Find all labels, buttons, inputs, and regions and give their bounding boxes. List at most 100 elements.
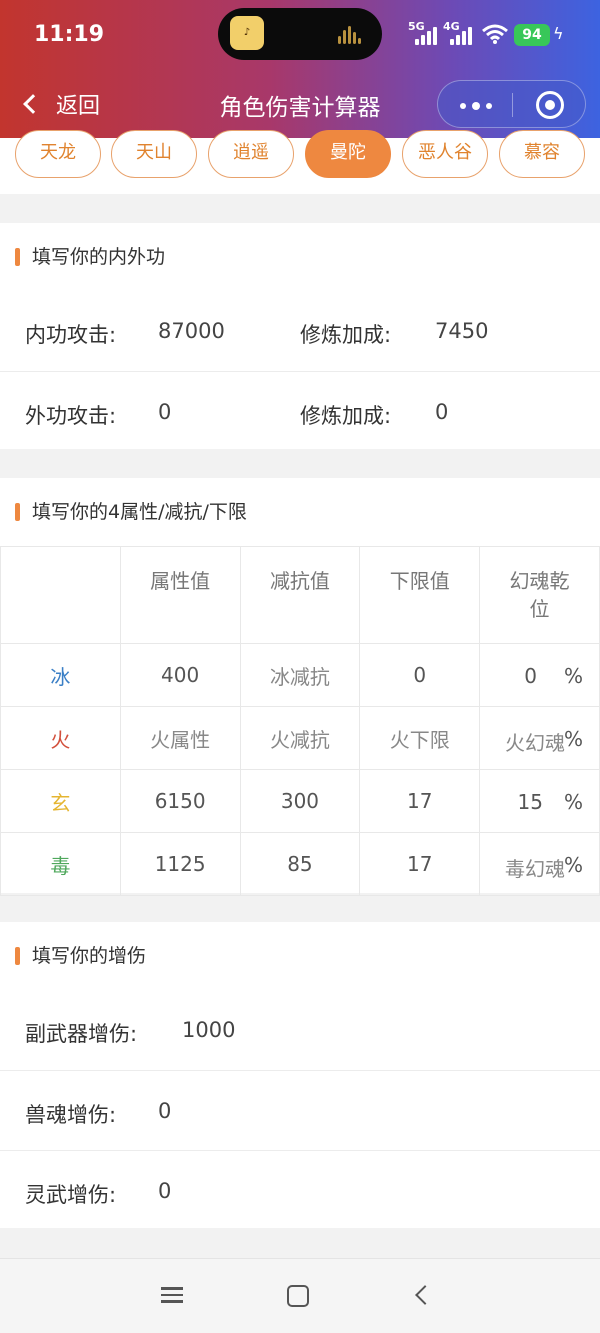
outer-attack-row: 外功攻击: 0 修炼加成: 0 bbox=[0, 371, 600, 451]
table-row: 毒 1125 85 17 毒幻魂 % bbox=[0, 832, 600, 896]
audio-wave-icon bbox=[338, 25, 366, 44]
percent-sign: % bbox=[563, 790, 583, 814]
inner-attack-row: 内功攻击: 87000 修炼加成: 7450 bbox=[0, 291, 600, 371]
table-row: 冰 400 冰减抗 0 0 % bbox=[0, 643, 600, 707]
table-header-cell: 幻魂乾位 bbox=[479, 546, 600, 644]
inner-attack-input[interactable]: 87000 bbox=[158, 319, 225, 343]
poison-soul-cell: 毒幻魂 % bbox=[479, 832, 600, 896]
table-header-row: 属性值 减抗值 下限值 幻魂乾位 bbox=[0, 546, 600, 644]
attributes-card: 填写你的4属性/减抗/下限 属性值 减抗值 下限值 幻魂乾位 冰 400 冰减抗… bbox=[0, 478, 600, 896]
dynamic-island: ♪ bbox=[218, 8, 382, 60]
weapon-boost-row: 副武器增伤: 1000 bbox=[0, 990, 600, 1070]
section-title-text: 填写你的4属性/减抗/下限 bbox=[32, 501, 247, 523]
section-title-attributes: 填写你的4属性/减抗/下限 bbox=[0, 478, 600, 546]
tab-tianlong[interactable]: 天龙 bbox=[15, 130, 101, 178]
chevron-left-icon bbox=[23, 94, 43, 114]
table-header-cell: 属性值 bbox=[119, 546, 241, 644]
outer-attack-label: 外功攻击: bbox=[25, 404, 117, 428]
signal-4g-icon bbox=[450, 26, 474, 45]
battery-icon: 94 bbox=[514, 24, 550, 46]
element-fire-label: 火 bbox=[0, 706, 121, 770]
page-title: 角色伤害计算器 bbox=[219, 95, 381, 121]
miniprogram-capsule bbox=[437, 80, 586, 128]
spirit-boost-label: 灵武增伤: bbox=[25, 1183, 117, 1207]
poison-attribute-input[interactable]: 1125 bbox=[119, 832, 241, 896]
ice-floor-input[interactable]: 0 bbox=[359, 643, 481, 707]
outer-cultivation-label: 修炼加成: bbox=[300, 404, 392, 428]
percent-sign: % bbox=[563, 727, 583, 751]
attributes-table: 属性值 减抗值 下限值 幻魂乾位 冰 400 冰减抗 0 0 % 火 火属性 火… bbox=[0, 546, 600, 896]
table-header-cell: 减抗值 bbox=[239, 546, 361, 644]
screen: 11:19 ♪ 5G 4G 94 ϟ 返回 角色伤害计算器 天龙 天山 逍遥 曼… bbox=[0, 0, 600, 1333]
table-header-cell: 下限值 bbox=[359, 546, 481, 644]
header: 11:19 ♪ 5G 4G 94 ϟ 返回 角色伤害计算器 bbox=[0, 0, 600, 138]
outer-attack-input[interactable]: 0 bbox=[158, 400, 171, 424]
beast-boost-input[interactable]: 0 bbox=[158, 1099, 171, 1123]
inner-attack-label: 内功攻击: bbox=[25, 323, 117, 347]
xuan-reduce-input[interactable]: 300 bbox=[239, 769, 361, 833]
wifi-icon bbox=[482, 24, 508, 44]
system-nav-bar bbox=[0, 1258, 600, 1333]
class-tabs: 天龙 天山 逍遥 曼陀 恶人谷 慕容 bbox=[0, 130, 600, 194]
close-miniprogram-button[interactable] bbox=[536, 91, 564, 119]
table-row: 火 火属性 火减抗 火下限 火幻魂 % bbox=[0, 706, 600, 770]
charging-bolt-icon: ϟ bbox=[553, 24, 564, 43]
fire-reduce-input[interactable]: 火减抗 bbox=[239, 706, 361, 770]
tab-mantuo[interactable]: 曼陀 bbox=[305, 130, 391, 178]
section-accent-bar bbox=[15, 503, 20, 521]
menu-icon[interactable] bbox=[158, 1283, 186, 1309]
ice-attribute-input[interactable]: 400 bbox=[119, 643, 241, 707]
poison-reduce-input[interactable]: 85 bbox=[239, 832, 361, 896]
percent-sign: % bbox=[563, 664, 583, 688]
percent-sign: % bbox=[563, 853, 583, 877]
xuan-soul-cell: 15 % bbox=[479, 769, 600, 833]
beast-boost-row: 兽魂增伤: 0 bbox=[0, 1070, 600, 1150]
boost-card: 填写你的增伤 副武器增伤: 1000 兽魂增伤: 0 灵武增伤: 0 bbox=[0, 922, 600, 1228]
poison-soul-input[interactable]: 毒幻魂 bbox=[505, 853, 565, 882]
section-title-boost: 填写你的增伤 bbox=[0, 922, 600, 990]
poison-floor-input[interactable]: 17 bbox=[359, 832, 481, 896]
back-label: 返回 bbox=[56, 94, 101, 119]
weapon-boost-label: 副武器增伤: bbox=[25, 1022, 138, 1046]
xuan-attribute-input[interactable]: 6150 bbox=[119, 769, 241, 833]
outer-cultivation-input[interactable]: 0 bbox=[435, 400, 448, 424]
tab-murong[interactable]: 慕容 bbox=[499, 130, 585, 178]
home-icon[interactable] bbox=[287, 1285, 309, 1307]
tab-erengu[interactable]: 恶人谷 bbox=[402, 130, 488, 178]
section-title-text: 填写你的增伤 bbox=[32, 945, 147, 967]
xuan-floor-input[interactable]: 17 bbox=[359, 769, 481, 833]
fire-attribute-input[interactable]: 火属性 bbox=[119, 706, 241, 770]
weapon-boost-input[interactable]: 1000 bbox=[182, 1018, 235, 1042]
fire-soul-cell: 火幻魂 % bbox=[479, 706, 600, 770]
tab-xiaoyao[interactable]: 逍遥 bbox=[208, 130, 294, 178]
table-header-text: 幻魂乾位 bbox=[509, 569, 570, 621]
ice-reduce-input[interactable]: 冰减抗 bbox=[239, 643, 361, 707]
nav-bar: 返回 角色伤害计算器 bbox=[0, 70, 600, 138]
more-button[interactable] bbox=[452, 87, 502, 123]
fire-floor-input[interactable]: 火下限 bbox=[359, 706, 481, 770]
ice-soul-input[interactable]: 0 bbox=[524, 664, 537, 688]
section-accent-bar bbox=[15, 947, 20, 965]
element-poison-label: 毒 bbox=[0, 832, 121, 896]
section-title-text: 填写你的内外功 bbox=[32, 246, 166, 268]
section-title-attack: 填写你的内外功 bbox=[0, 223, 600, 291]
attack-card: 填写你的内外功 内功攻击: 87000 修炼加成: 7450 外功攻击: 0 修… bbox=[0, 223, 600, 449]
fire-soul-input[interactable]: 火幻魂 bbox=[505, 727, 565, 756]
back-button[interactable]: 返回 bbox=[18, 84, 100, 124]
xuan-soul-input[interactable]: 15 bbox=[518, 790, 543, 814]
system-back-icon[interactable] bbox=[410, 1283, 438, 1309]
section-accent-bar bbox=[15, 248, 20, 266]
element-xuan-label: 玄 bbox=[0, 769, 121, 833]
app-thumbnail-icon: ♪ bbox=[230, 16, 264, 50]
inner-cultivation-input[interactable]: 7450 bbox=[435, 319, 488, 343]
table-row: 玄 6150 300 17 15 % bbox=[0, 769, 600, 833]
tab-tianshan[interactable]: 天山 bbox=[111, 130, 197, 178]
spirit-boost-input[interactable]: 0 bbox=[158, 1179, 171, 1203]
spirit-boost-row: 灵武增伤: 0 bbox=[0, 1150, 600, 1230]
status-time: 11:19 bbox=[34, 22, 105, 47]
capsule-divider bbox=[512, 93, 513, 117]
signal-5g-icon bbox=[415, 26, 439, 45]
inner-cultivation-label: 修炼加成: bbox=[300, 323, 392, 347]
beast-boost-label: 兽魂增伤: bbox=[25, 1103, 117, 1127]
table-header-cell bbox=[0, 546, 121, 644]
